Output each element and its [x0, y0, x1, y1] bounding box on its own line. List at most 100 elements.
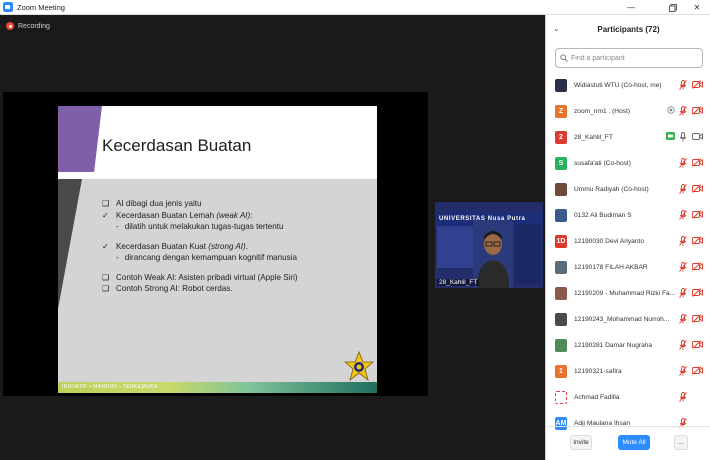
search-icon	[560, 54, 568, 62]
avatar: 1D	[555, 234, 567, 248]
participant-row[interactable]: 2 28_Kahlil_FT	[546, 124, 710, 150]
participant-name: susafa'ati (Co-host)	[574, 159, 631, 167]
avatar	[555, 260, 567, 274]
microphone-muted-icon[interactable]	[679, 210, 687, 220]
university-logo-icon	[344, 351, 374, 382]
participant-row[interactable]: 1 12190321-safira	[546, 358, 710, 384]
camera-off-icon[interactable]	[692, 288, 703, 297]
recording-label: Recording	[18, 22, 50, 30]
microphone-muted-icon[interactable]	[679, 106, 687, 116]
recording-indicator[interactable]: Recording	[6, 22, 50, 30]
meeting-view: Recording Kecerdasan Buatan ❑ AI dibagi d…	[0, 15, 545, 460]
slide-body: ❑ AI dibagi dua jenis yaitu ✓ Kecerdasan B…	[102, 199, 298, 293]
microphone-muted-icon[interactable]	[679, 158, 687, 168]
participant-name: 12190243_Mohammad Nurroh...	[574, 315, 670, 323]
participant-row[interactable]: 1D 12190030 Devi Ariyanto	[546, 228, 710, 254]
camera-off-icon[interactable]	[692, 236, 703, 245]
participant-name: Ummu Radiyah (Co-host)	[574, 185, 649, 193]
camera-icon[interactable]	[692, 132, 703, 141]
screen-share: Kecerdasan Buatan ❑ AI dibagi dua jenis y…	[3, 92, 428, 396]
microphone-muted-icon[interactable]	[679, 262, 687, 272]
participant-name: zoom_nm1 . (Host)	[574, 107, 631, 115]
close-icon[interactable]: ✕	[682, 0, 710, 15]
camera-off-icon[interactable]	[692, 184, 703, 193]
microphone-muted-icon[interactable]	[679, 366, 687, 376]
participant-name: 12190178 FILAH AKBAR	[574, 263, 648, 271]
speaker-person	[477, 231, 509, 288]
participants-panel: ⌄ Participants (72) Widiastuti WTU (Co-h…	[545, 15, 710, 460]
avatar	[555, 208, 567, 222]
participant-row[interactable]: Achmad Fadilla	[546, 384, 710, 410]
microphone-muted-icon[interactable]	[679, 288, 687, 298]
participant-name: 0132 Ali Budiman S	[574, 211, 632, 219]
search-box[interactable]	[555, 48, 703, 68]
participant-row[interactable]: 0132 Ali Budiman S	[546, 202, 710, 228]
checkbox-bullet-icon: ❑	[102, 272, 110, 282]
camera-off-icon[interactable]	[692, 340, 703, 349]
participant-row[interactable]: 12190243_Mohammad Nurroh...	[546, 306, 710, 332]
slide-line: Kecerdasan Buatan Kuat (strong AI).	[116, 241, 248, 251]
avatar	[555, 390, 567, 404]
slide-line: Contoh Weak AI: Asisten pribadi virtual …	[116, 272, 298, 282]
slide-line: Kecerdasan Buatan Lemah (weak AI):	[116, 210, 253, 220]
recording-status-icon[interactable]	[667, 106, 675, 114]
zoom-logo-icon	[3, 2, 13, 12]
participant-row[interactable]: Ssusafa'ati (Co-host)	[546, 150, 710, 176]
microphone-muted-icon[interactable]	[679, 392, 687, 402]
camera-off-icon[interactable]	[692, 80, 703, 89]
slide-title: Kecerdasan Buatan	[102, 136, 252, 155]
participant-name: 12190281 Damar Nugraha	[574, 341, 653, 349]
participant-row[interactable]: Zzoom_nm1 . (Host)	[546, 98, 710, 124]
participant-row[interactable]: Widiastuti WTU (Co-host, me)	[546, 72, 710, 98]
slide-side-shape	[58, 179, 82, 309]
participant-row[interactable]: 12190281 Damar Nugraha	[546, 332, 710, 358]
slide-line: AI dibagi dua jenis yaitu	[116, 199, 202, 208]
avatar	[555, 78, 567, 92]
participant-name: 12190030 Devi Ariyanto	[574, 237, 645, 245]
participant-name: Achmad Fadilla	[574, 393, 620, 401]
participant-row[interactable]: Ummu Radiyah (Co-host)	[546, 176, 710, 202]
participants-title: Participants (72)	[597, 24, 660, 34]
microphone-muted-icon[interactable]	[679, 314, 687, 324]
video-poster	[437, 226, 473, 268]
camera-off-icon[interactable]	[692, 262, 703, 271]
participant-row[interactable]: 12190209 - Muhammad Rizki Fa...	[546, 280, 710, 306]
microphone-muted-icon[interactable]	[679, 184, 687, 194]
mute-all-button[interactable]: Mute All	[618, 435, 650, 450]
camera-off-icon[interactable]	[692, 106, 703, 115]
camera-off-icon[interactable]	[692, 158, 703, 167]
participant-list: Widiastuti WTU (Co-host, me) Zzoom_nm1 . …	[546, 72, 710, 436]
camera-off-icon[interactable]	[692, 210, 703, 219]
microphone-icon[interactable]	[679, 132, 687, 142]
invite-button[interactable]: Invite	[570, 435, 592, 450]
microphone-muted-icon[interactable]	[679, 80, 687, 90]
avatar	[555, 286, 567, 300]
slide-line: dirancang dengan kemampuan kognitif manu…	[124, 253, 298, 262]
presentation-slide: Kecerdasan Buatan ❑ AI dibagi dua jenis y…	[58, 106, 377, 393]
camera-off-icon[interactable]	[692, 314, 703, 323]
more-options-button[interactable]: ...	[674, 435, 688, 450]
participant-row[interactable]: 12190178 FILAH AKBAR	[546, 254, 710, 280]
slide-line: Contoh Strong AI: Robot cerdas.	[116, 284, 233, 293]
participant-name: 12190209 - Muhammad Rizki Fa...	[574, 289, 676, 297]
check-bullet-icon: ✓	[102, 210, 109, 220]
participants-footer: Invite Mute All ...	[546, 426, 710, 460]
avatar: 1	[555, 364, 567, 378]
record-icon	[6, 22, 14, 30]
slide-footer-text: INOVATIF • MANDIRI • TERKEMUKA	[62, 384, 158, 390]
chevron-down-icon[interactable]: ⌄	[553, 24, 560, 33]
avatar	[555, 182, 567, 196]
minimize-icon[interactable]: —	[616, 0, 646, 15]
microphone-muted-icon[interactable]	[679, 340, 687, 350]
avatar: S	[555, 156, 567, 170]
participants-header: ⌄ Participants (72)	[546, 15, 710, 43]
slide-line: dilatih untuk melakukan tugas-tugas tert…	[124, 222, 284, 231]
camera-off-icon[interactable]	[692, 366, 703, 375]
avatar	[555, 338, 567, 352]
video-on-icon[interactable]	[666, 132, 675, 140]
microphone-muted-icon[interactable]	[679, 236, 687, 246]
window-titlebar: Zoom Meeting — ✕	[0, 0, 710, 15]
search-input[interactable]	[571, 54, 691, 62]
video-name-label: 28_Kahlil_FT	[437, 279, 480, 286]
participant-video-tile[interactable]: UNIVERSITAS Nusa Putra 28_Kahlil_FT	[435, 202, 543, 288]
